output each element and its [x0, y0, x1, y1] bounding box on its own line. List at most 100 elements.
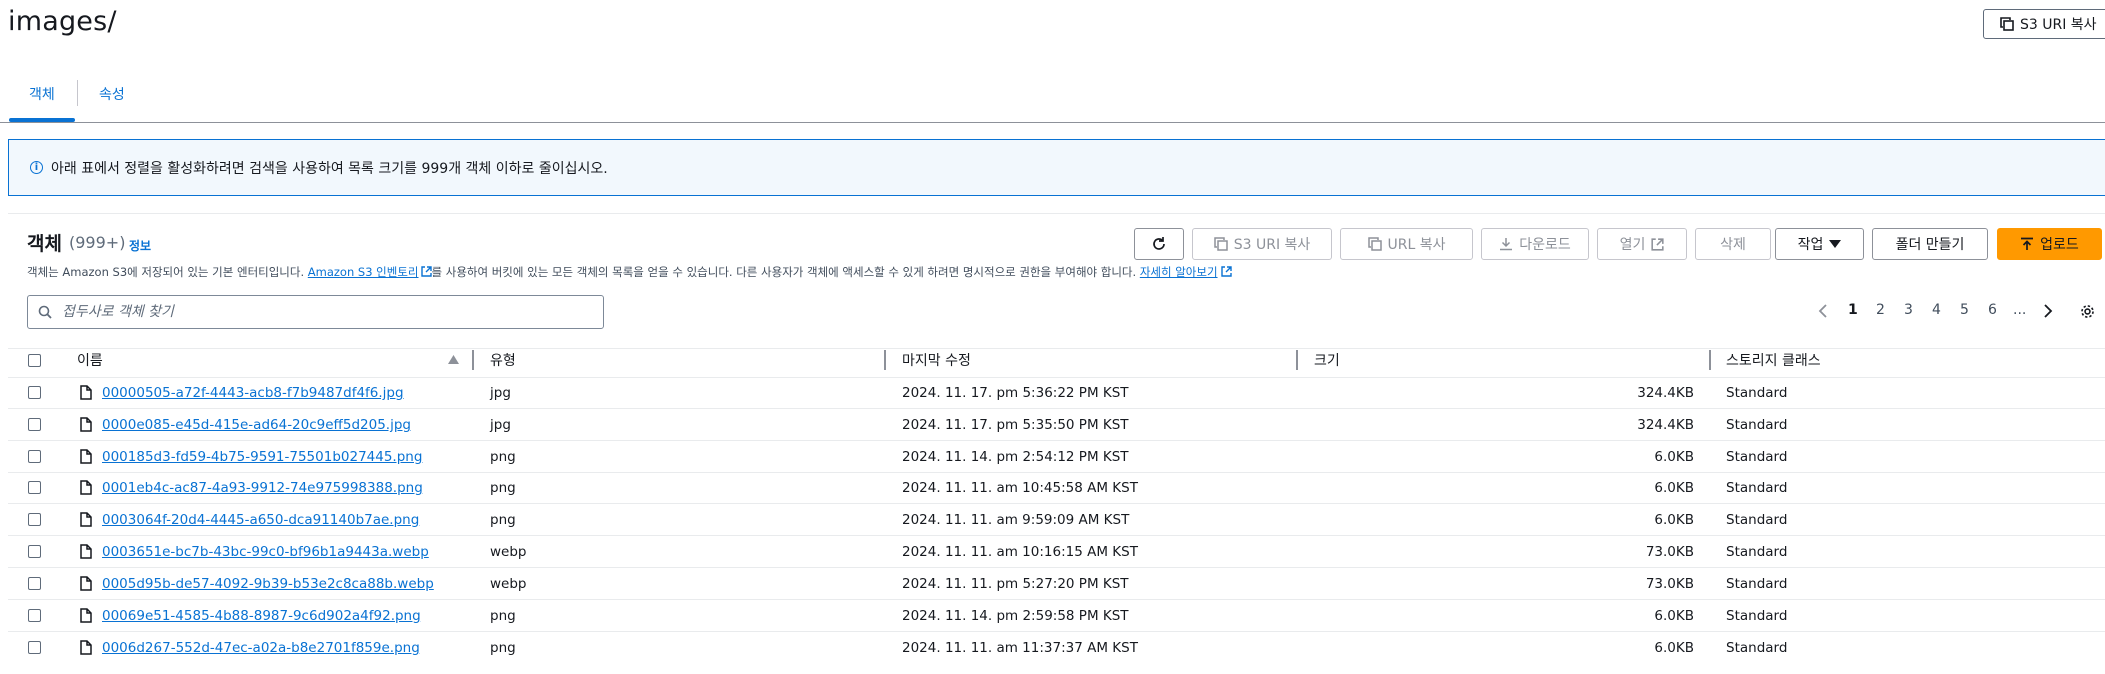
alert-text: 아래 표에서 정렬을 활성화하려면 검색을 사용하여 목록 크기를 999개 객… — [51, 160, 608, 177]
object-storage-class: Standard — [1726, 576, 1788, 592]
column-header-name[interactable]: 이름 — [77, 350, 103, 370]
row-checkbox[interactable] — [28, 513, 41, 526]
tab-objects[interactable]: 객체 — [29, 84, 55, 104]
object-name-link[interactable]: 0001eb4c-ac87-4a93-9912-74e975998388.png — [102, 480, 423, 496]
caret-down-icon — [1829, 240, 1842, 248]
row-divider — [8, 535, 2105, 536]
column-separator[interactable] — [1709, 350, 1711, 370]
object-modified: 2024. 11. 11. pm 5:27:20 PM KST — [902, 576, 1129, 592]
object-name-link[interactable]: 0003064f-20d4-4445-a650-dca91140b7ae.png — [102, 512, 419, 528]
copy-url-button[interactable]: URL 복사 — [1340, 228, 1473, 260]
object-storage-class: Standard — [1726, 385, 1788, 401]
copy-s3-uri-toolbar-button[interactable]: S3 URI 복사 — [1192, 228, 1332, 260]
row-checkbox[interactable] — [28, 386, 41, 399]
object-storage-class: Standard — [1726, 544, 1788, 560]
chevron-left-icon[interactable] — [1818, 304, 1828, 318]
object-storage-class: Standard — [1726, 480, 1788, 496]
search-bar[interactable] — [27, 295, 604, 329]
file-icon — [80, 449, 92, 464]
learn-more-link[interactable]: 자세히 알아보기 — [1140, 265, 1218, 279]
file-icon — [80, 640, 92, 655]
page-6[interactable]: 6 — [1988, 302, 1997, 318]
file-icon — [80, 544, 92, 559]
page-1[interactable]: 1 — [1848, 302, 1858, 318]
object-modified: 2024. 11. 14. pm 2:54:12 PM KST — [902, 449, 1129, 465]
file-icon — [80, 480, 92, 495]
object-name-link[interactable]: 0003651e-bc7b-43bc-99c0-bf96b1a9443a.web… — [102, 544, 429, 560]
page-2[interactable]: 2 — [1876, 302, 1885, 318]
external-link-icon — [1651, 237, 1664, 251]
refresh-button[interactable] — [1134, 228, 1184, 260]
row-checkbox[interactable] — [28, 577, 41, 590]
page-4[interactable]: 4 — [1932, 302, 1941, 318]
object-type: png — [490, 608, 516, 624]
upload-label: 업로드 — [2040, 237, 2079, 253]
object-size: 73.0KB — [1645, 544, 1694, 560]
page-5[interactable]: 5 — [1960, 302, 1969, 318]
actions-dropdown[interactable]: 작업 — [1775, 228, 1864, 260]
object-type: png — [490, 640, 516, 656]
column-separator[interactable] — [472, 350, 474, 370]
objects-count: (999+) — [69, 233, 126, 252]
info-icon: i — [30, 161, 43, 174]
object-size: 324.4KB — [1637, 417, 1694, 433]
sort-ascending-icon[interactable] — [448, 355, 459, 364]
header-divider — [8, 377, 2105, 378]
upload-icon — [2021, 237, 2034, 250]
row-checkbox[interactable] — [28, 418, 41, 431]
column-header-size[interactable]: 크기 — [1314, 350, 1340, 370]
object-storage-class: Standard — [1726, 640, 1788, 656]
object-name-link[interactable]: 0006d267-552d-47ec-a02a-b8e2701f859e.png — [102, 640, 420, 656]
column-header-type[interactable]: 유형 — [490, 350, 516, 370]
object-size: 324.4KB — [1637, 385, 1694, 401]
create-folder-button[interactable]: 폴더 만들기 — [1872, 228, 1988, 260]
file-icon — [80, 608, 92, 623]
info-link[interactable]: 정보 — [129, 237, 151, 254]
object-name-link[interactable]: 00000505-a72f-4443-acb8-f7b9487df4f6.jpg — [102, 385, 404, 401]
row-checkbox[interactable] — [28, 641, 41, 654]
object-name-link[interactable]: 0005d95b-de57-4092-9b39-b53e2c8ca88b.web… — [102, 576, 434, 592]
object-modified: 2024. 11. 17. pm 5:35:50 PM KST — [902, 417, 1129, 433]
row-checkbox[interactable] — [28, 609, 41, 622]
object-size: 6.0KB — [1654, 512, 1694, 528]
chevron-right-icon[interactable] — [2043, 304, 2053, 318]
tab-properties[interactable]: 속성 — [99, 84, 125, 104]
column-separator[interactable] — [884, 350, 886, 370]
object-type: png — [490, 512, 516, 528]
download-icon — [1500, 238, 1513, 251]
open-button[interactable]: 열기 — [1597, 228, 1687, 260]
object-name-link[interactable]: 00069e51-4585-4b88-8987-9c6d902a4f92.png — [102, 608, 421, 624]
object-size: 6.0KB — [1654, 449, 1694, 465]
download-button[interactable]: 다운로드 — [1481, 228, 1589, 260]
file-icon — [80, 576, 92, 591]
object-storage-class: Standard — [1726, 608, 1788, 624]
delete-button[interactable]: 삭제 — [1695, 228, 1771, 260]
external-link-icon — [1220, 266, 1232, 277]
copy-s3-uri-button[interactable]: S3 URI 복사 — [1983, 9, 2105, 39]
copy-icon — [1367, 237, 1382, 251]
object-name-link[interactable]: 000185d3-fd59-4b75-9591-75501b027445.png — [102, 449, 422, 465]
object-name-link[interactable]: 0000e085-e45d-415e-ad64-20c9eff5d205.jpg — [102, 417, 411, 433]
inventory-link[interactable]: Amazon S3 인벤토리 — [308, 265, 419, 279]
row-divider — [8, 472, 2105, 473]
gear-icon[interactable] — [2079, 303, 2096, 320]
file-icon — [80, 512, 92, 527]
upload-button[interactable]: 업로드 — [1997, 228, 2102, 260]
column-header-storage-class[interactable]: 스토리지 클래스 — [1726, 350, 1821, 370]
row-checkbox[interactable] — [28, 545, 41, 558]
row-divider — [8, 408, 2105, 409]
column-separator[interactable] — [1296, 350, 1298, 370]
page-3[interactable]: 3 — [1904, 302, 1913, 318]
row-checkbox[interactable] — [28, 481, 41, 494]
row-checkbox[interactable] — [28, 450, 41, 463]
object-modified: 2024. 11. 11. am 10:45:58 AM KST — [902, 480, 1138, 496]
row-divider — [8, 503, 2105, 504]
search-input[interactable] — [60, 303, 603, 321]
tabs-divider — [0, 122, 2105, 123]
object-storage-class: Standard — [1726, 449, 1788, 465]
copy-icon — [1213, 237, 1228, 251]
object-modified: 2024. 11. 11. am 10:16:15 AM KST — [902, 544, 1138, 560]
column-header-modified[interactable]: 마지막 수정 — [902, 350, 971, 370]
select-all-checkbox[interactable] — [28, 354, 41, 367]
info-alert: i 아래 표에서 정렬을 활성화하려면 검색을 사용하여 목록 크기를 999개… — [8, 139, 2105, 196]
